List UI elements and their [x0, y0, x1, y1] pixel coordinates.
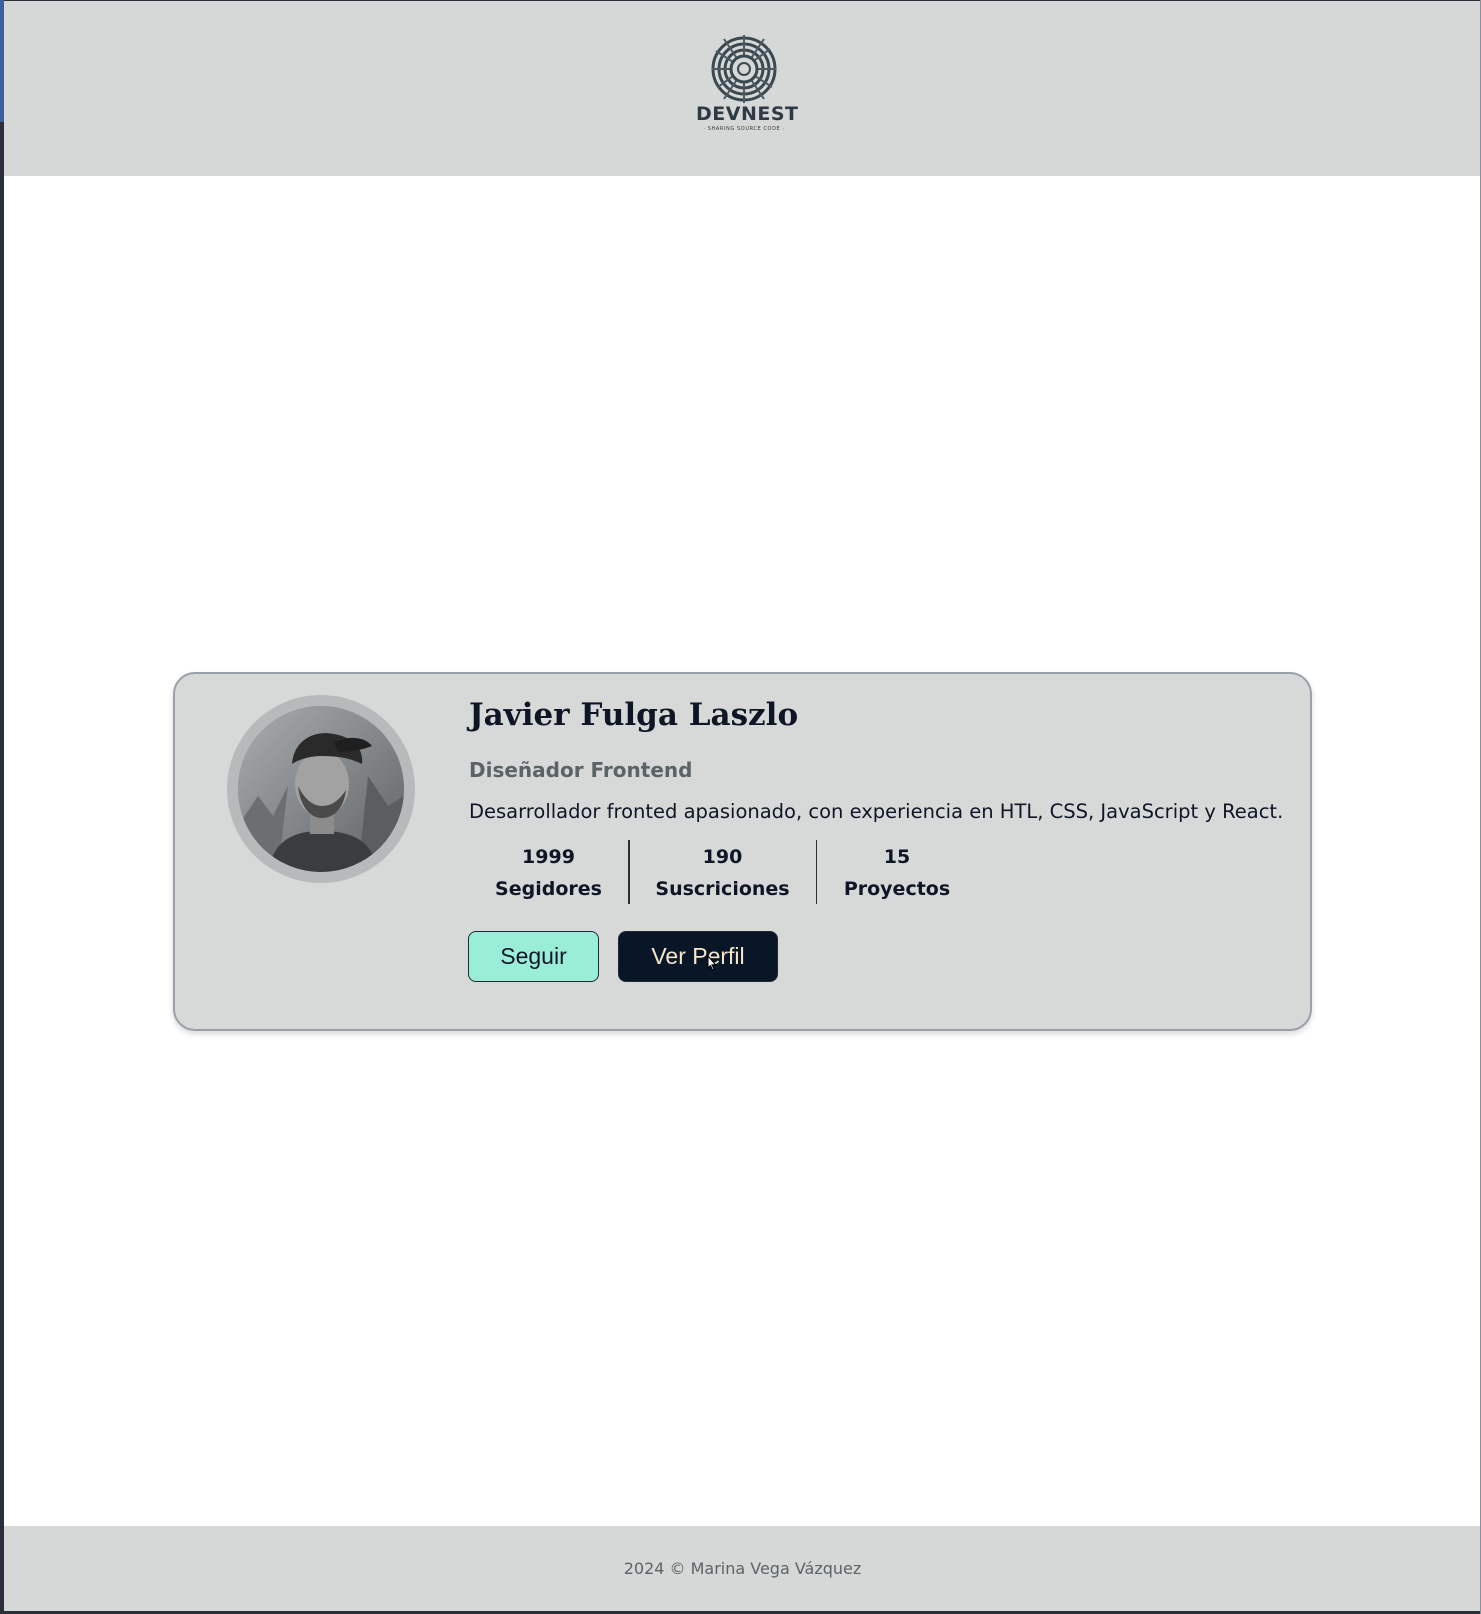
site-header: DEVNEST · SHARING SOURCE CODE ·: [4, 1, 1481, 176]
browser-viewport: DEVNEST · SHARING SOURCE CODE · Javier F…: [4, 1, 1481, 1611]
follow-button[interactable]: Seguir: [468, 931, 599, 982]
profile-card: Javier Fulga Laszlo Diseñador Frontend D…: [173, 672, 1312, 1031]
footer-copyright: 2024 © Marina Vega Vázquez: [623, 1559, 862, 1578]
page: DEVNEST · SHARING SOURCE CODE · Javier F…: [0, 0, 1481, 1614]
avatar-photo-icon: [238, 706, 404, 872]
devnest-logo[interactable]: DEVNEST · SHARING SOURCE CODE ·: [696, 31, 799, 141]
profile-stats: 1999 Segidores 190 Suscriciones 15 Proye…: [469, 840, 977, 906]
devnest-nest-icon: [711, 35, 777, 103]
profile-bio: Desarrollador fronted apasionado, con ex…: [469, 800, 1284, 823]
profile-name: Javier Fulga Laszlo: [469, 697, 799, 733]
mouse-cursor-icon: [707, 955, 717, 971]
stat-subscriptions: 190 Suscriciones: [630, 840, 816, 906]
stat-projects: 15 Proyectos: [817, 840, 977, 906]
avatar-ring: [227, 695, 415, 883]
avatar: [238, 706, 404, 872]
logo-tagline: · SHARING SOURCE CODE ·: [703, 126, 785, 132]
profile-role: Diseñador Frontend: [469, 758, 693, 782]
stat-label: Proyectos: [843, 878, 951, 900]
stat-label: Suscriciones: [655, 878, 790, 900]
stat-label: Segidores: [495, 878, 602, 900]
stat-value: 15: [883, 846, 911, 868]
stat-followers: 1999 Segidores: [469, 840, 628, 906]
logo-wordmark: DEVNEST: [696, 103, 799, 125]
view-profile-button[interactable]: Ver Perfil: [618, 931, 778, 982]
site-footer: 2024 © Marina Vega Vázquez: [4, 1526, 1481, 1611]
stat-value: 190: [702, 846, 743, 868]
stat-value: 1999: [522, 846, 575, 868]
